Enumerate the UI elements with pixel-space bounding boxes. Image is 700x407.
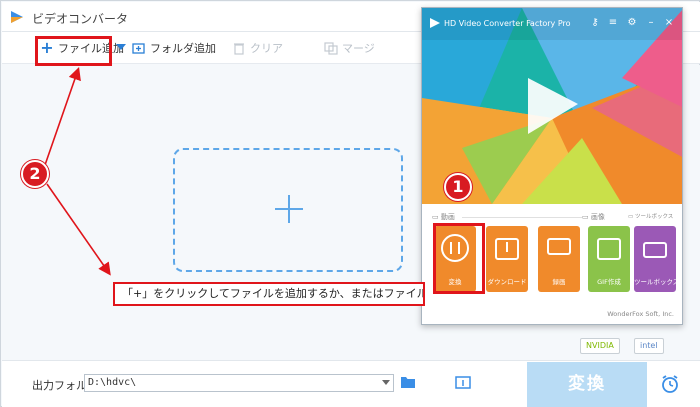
highlight-add-file — [35, 36, 112, 66]
step-2-badge: 2 — [21, 160, 49, 188]
highlight-convert-tile — [433, 223, 485, 294]
arrow-to-add-file — [44, 66, 81, 166]
screenshot-frame: ビデオコンバータ + ファイル追加 フォルダ追加 クリア マージ HD Vide… — [0, 0, 700, 407]
arrow-to-drop-hint — [46, 183, 111, 276]
step-1-badge: 1 — [444, 173, 472, 201]
